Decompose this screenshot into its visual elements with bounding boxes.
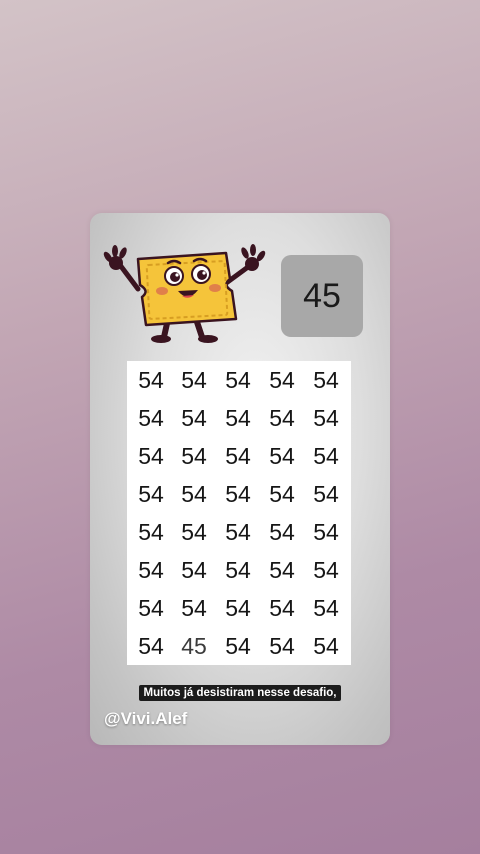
grid-cell[interactable]: 54 [218,443,258,469]
grid-cell[interactable]: 54 [306,519,346,545]
grid-cell[interactable]: 54 [218,595,258,621]
grid-cell[interactable]: 54 [218,633,258,659]
grid-cell[interactable]: 54 [131,557,171,583]
video-subtitle: Muitos já desistiram nesse desafio, [90,683,390,701]
ticket-mascot-icon [103,244,266,343]
target-number-box: 45 [281,255,363,337]
grid-cell[interactable]: 54 [218,367,258,393]
grid-cell[interactable]: 54 [306,557,346,583]
grid-cell[interactable]: 54 [306,405,346,431]
grid-cell[interactable]: 54 [218,405,258,431]
grid-cell[interactable]: 54 [174,519,214,545]
number-grid: 54 54 54 54 54 54 54 54 54 54 54 54 54 5… [127,361,351,665]
grid-cell[interactable]: 54 [218,557,258,583]
grid-cell[interactable]: 54 [218,481,258,507]
grid-cell[interactable]: 54 [174,405,214,431]
grid-cell[interactable]: 54 [262,443,302,469]
grid-cell[interactable]: 54 [174,443,214,469]
grid-cell[interactable]: 54 [262,367,302,393]
grid-cell[interactable]: 54 [131,481,171,507]
grid-cell[interactable]: 54 [306,633,346,659]
grid-cell[interactable]: 54 [262,405,302,431]
grid-cell[interactable]: 54 [262,519,302,545]
grid-cell[interactable]: 54 [306,367,346,393]
grid-cell[interactable]: 54 [262,633,302,659]
grid-cell[interactable]: 54 [306,595,346,621]
grid-cell[interactable]: 54 [262,481,302,507]
grid-cell[interactable]: 54 [174,367,214,393]
grid-cell[interactable]: 54 [262,595,302,621]
grid-cell[interactable]: 54 [131,367,171,393]
grid-cell-odd-one-out[interactable]: 45 [174,633,214,659]
grid-cell[interactable]: 54 [131,519,171,545]
grid-cell[interactable]: 54 [131,405,171,431]
grid-cell[interactable]: 54 [131,443,171,469]
creator-handle: @Vivi.Alef [104,709,188,728]
grid-cell[interactable]: 54 [306,443,346,469]
subtitle-text: Muitos já desistiram nesse desafio, [139,685,341,701]
grid-cell[interactable]: 54 [131,633,171,659]
grid-cell[interactable]: 54 [174,557,214,583]
grid-cell[interactable]: 54 [174,595,214,621]
grid-cell[interactable]: 54 [174,481,214,507]
puzzle-card: 45 54 54 54 54 54 54 54 54 54 54 54 54 5… [90,213,390,745]
grid-cell[interactable]: 54 [218,519,258,545]
target-number: 45 [303,276,341,315]
grid-cell[interactable]: 54 [306,481,346,507]
grid-cell[interactable]: 54 [131,595,171,621]
grid-cell[interactable]: 54 [262,557,302,583]
